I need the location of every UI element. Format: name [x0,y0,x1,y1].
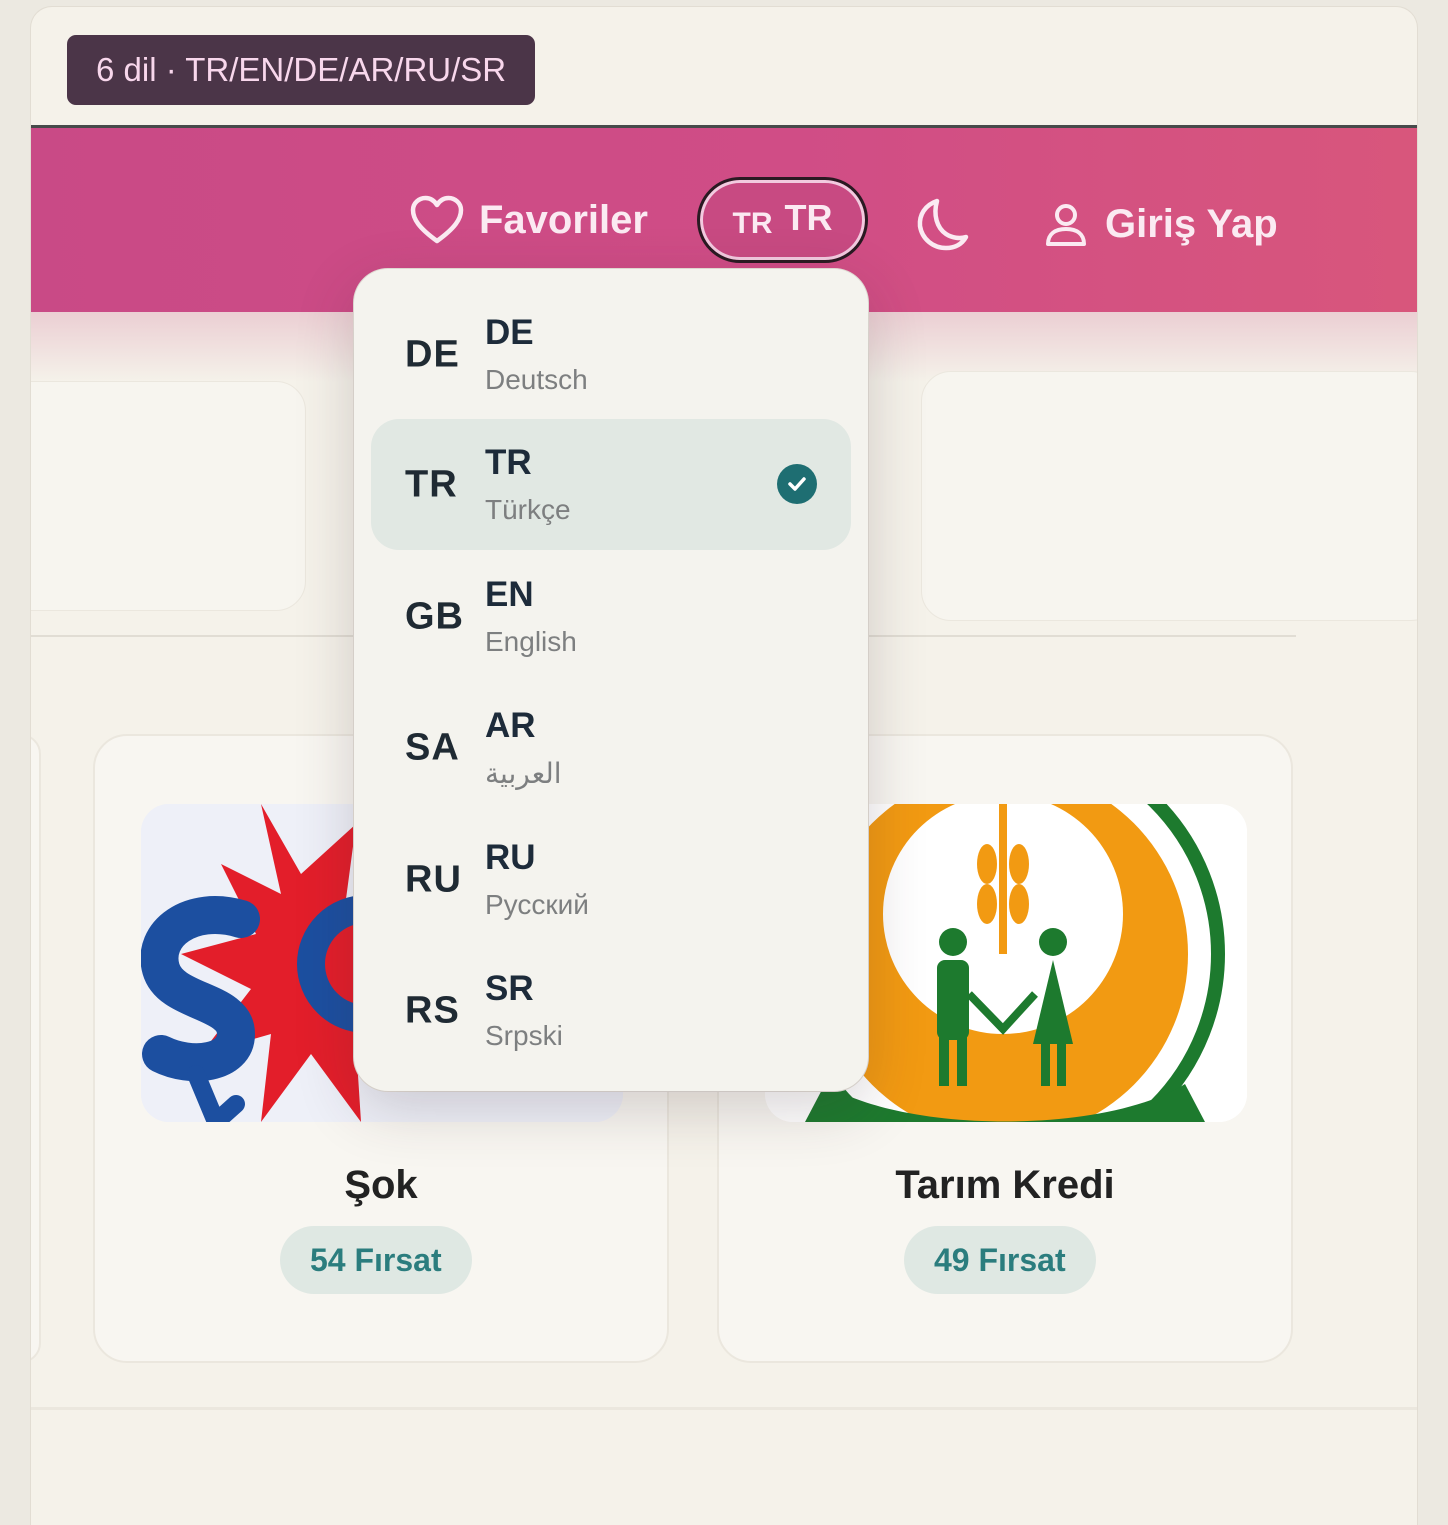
store-name: Şok [344,1163,418,1207]
language-switcher-button[interactable]: TR TR [697,177,868,263]
store-card-partial[interactable] [31,734,41,1363]
login-label: Giriş Yap [1105,201,1278,246]
language-native-name: Srpski [485,1020,563,1051]
ghost-card [921,371,1417,621]
deals-badge: 49 Fırsat [904,1226,1096,1294]
store-name: Tarım Kredi [895,1163,1115,1207]
heart-icon [410,195,464,244]
flag-rs: RS [405,989,460,1031]
current-language-code: TR [784,197,833,238]
language-code: TR [485,443,532,482]
flag-tr: TR [405,463,458,505]
login-link[interactable]: Giriş Yap [1043,193,1278,255]
language-option-tr[interactable]: TR TR Türkçe [371,419,851,550]
language-code: SR [485,969,534,1008]
language-native-name: العربية [485,758,562,789]
language-option-ar[interactable]: SA AR العربية [371,682,851,813]
flag-ru: RU [405,858,462,900]
favorites-label: Favoriler [479,197,648,242]
current-language-flag: TR [732,207,773,240]
language-code: AR [485,706,536,745]
language-native-name: Русский [485,889,589,920]
language-native-name: English [485,626,577,657]
language-count-caption: 6 dil · TR/EN/DE/AR/RU/SR [67,35,536,105]
language-code: DE [485,313,534,352]
check-icon [777,464,817,504]
language-dropdown-menu: DE DE Deutsch TR TR Türkçe GB EN English… [354,269,868,1091]
app-window: 6 dil · TR/EN/DE/AR/RU/SR Favoriler TR T… [30,6,1418,1525]
flag-de: DE [405,333,460,375]
deals-badge: 54 Fırsat [280,1226,472,1294]
flag-gb: GB [405,595,464,637]
language-option-de[interactable]: DE DE Deutsch [371,289,851,420]
dark-mode-toggle-icon[interactable] [913,195,971,253]
language-option-en[interactable]: GB EN English [371,551,851,682]
ghost-card [31,381,306,611]
favorites-link[interactable]: Favoriler [409,189,648,251]
language-option-ru[interactable]: RU RU Русский [371,814,851,945]
user-icon [1046,204,1086,246]
language-code: EN [485,575,534,614]
language-code: RU [485,838,536,877]
flag-sa: SA [405,726,460,768]
language-native-name: Türkçe [485,494,571,525]
next-row-edge [31,1407,1417,1410]
language-native-name: Deutsch [485,364,588,395]
language-option-sr[interactable]: RS SR Srpski [371,945,851,1076]
